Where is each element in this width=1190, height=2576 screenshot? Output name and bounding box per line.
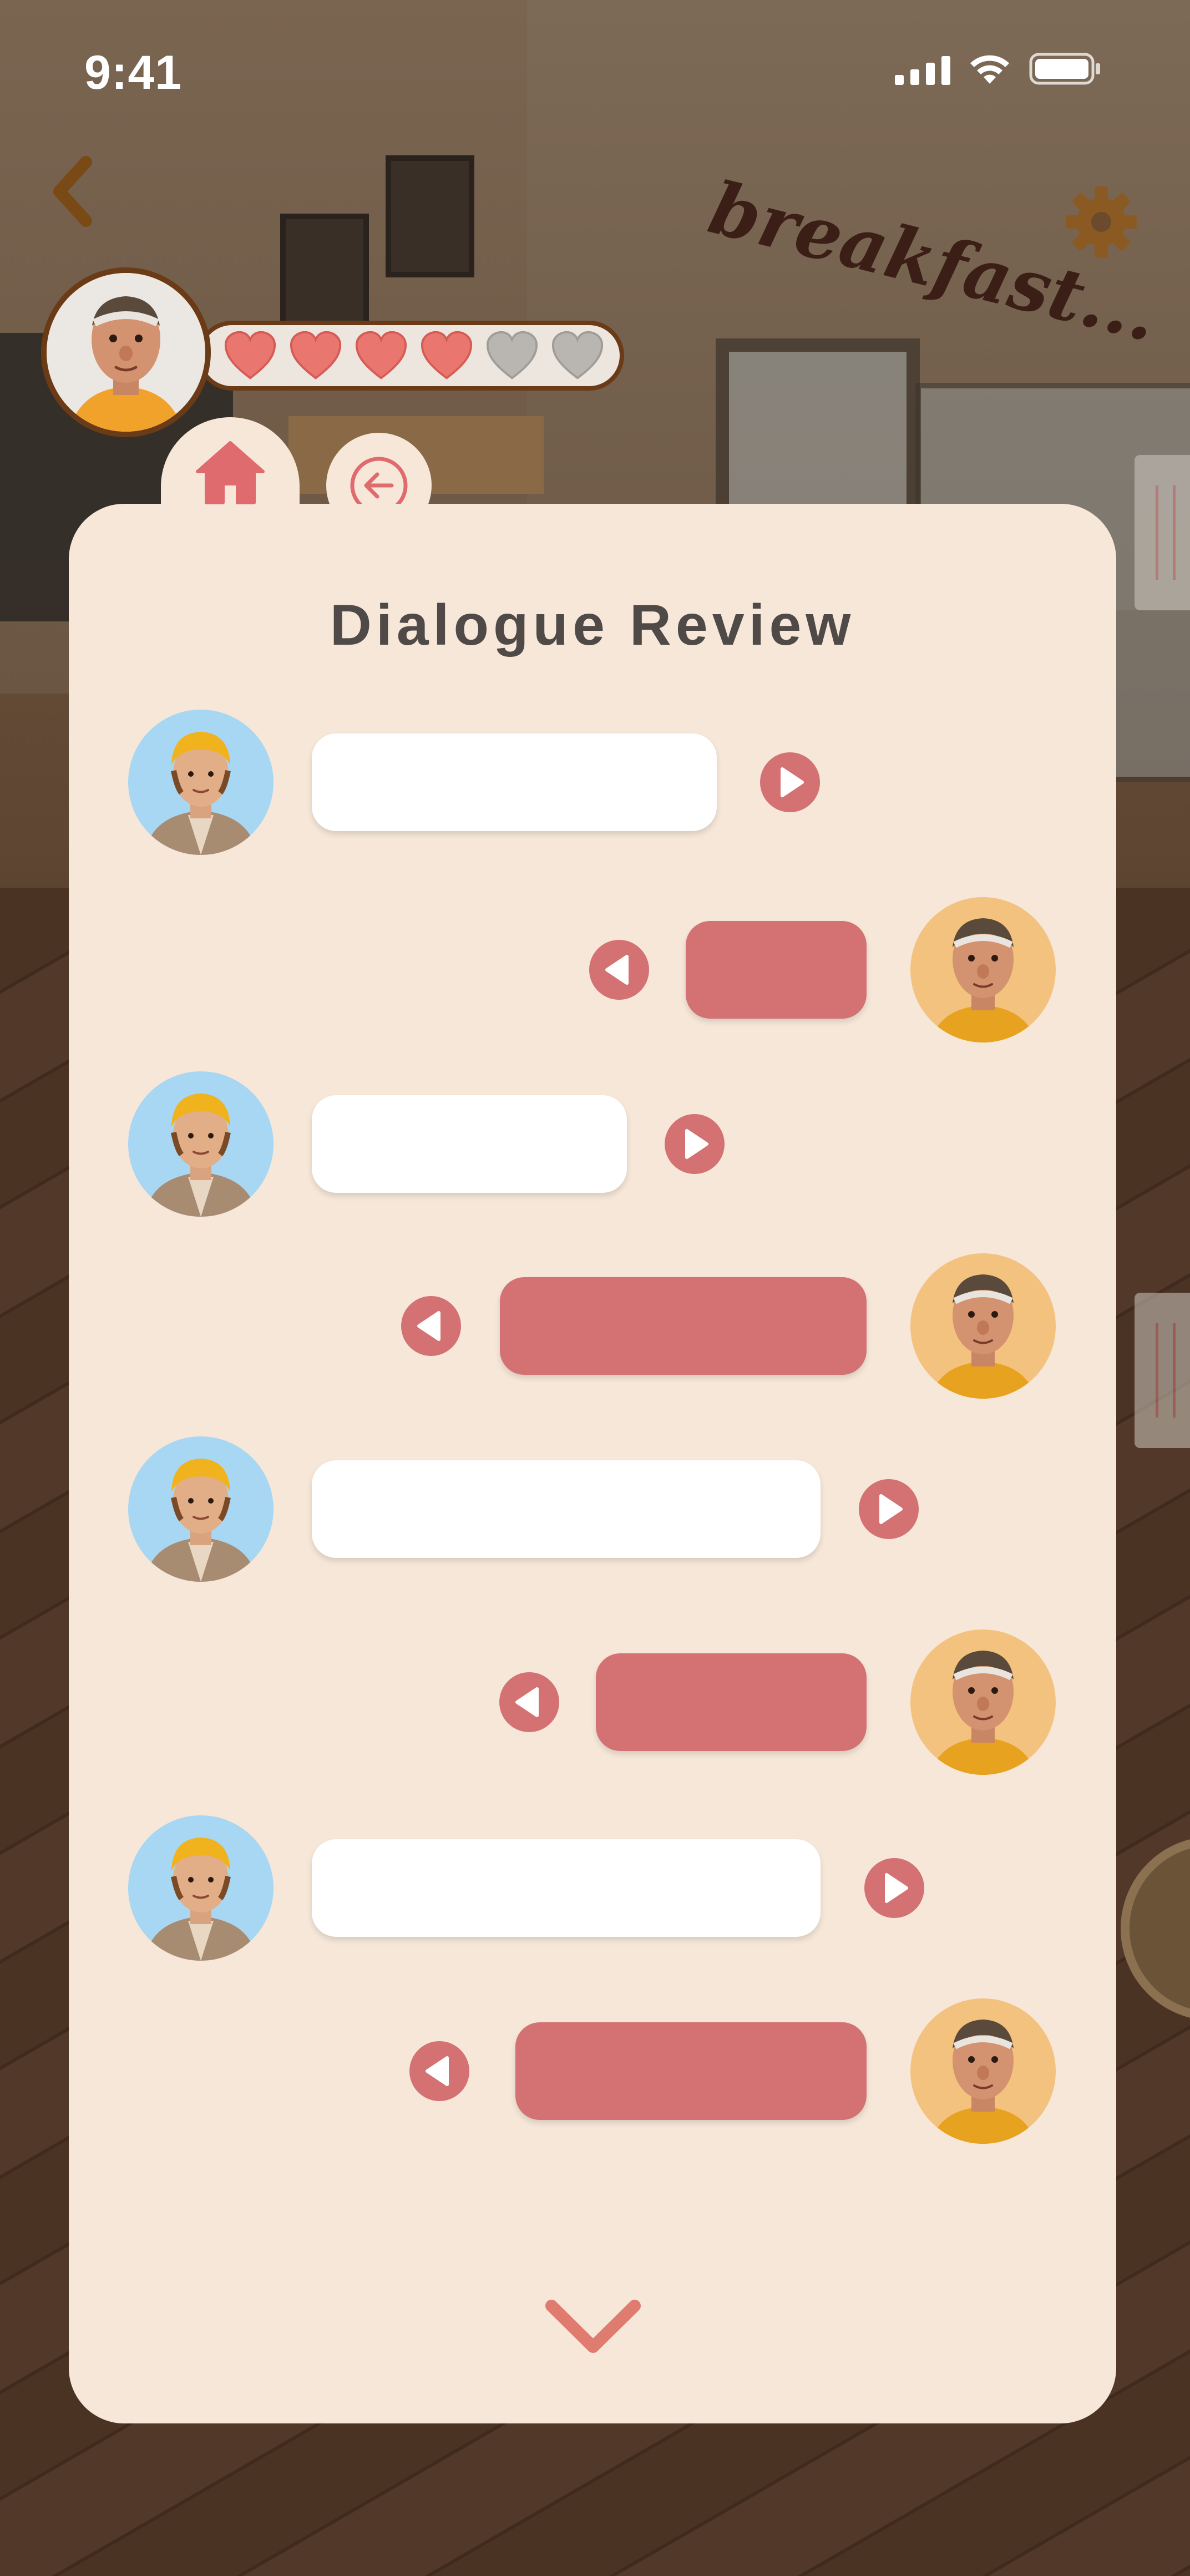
play-audio-button[interactable] xyxy=(859,1479,919,1539)
player-avatar[interactable] xyxy=(41,267,211,437)
npc-avatar xyxy=(128,1815,274,1961)
chevron-down-icon xyxy=(545,2300,641,2353)
player-speech-bubble[interactable] xyxy=(596,1653,867,1751)
npc-speech-bubble[interactable] xyxy=(312,733,717,831)
play-right-icon xyxy=(879,1494,903,1524)
back-button[interactable] xyxy=(47,155,97,227)
home-icon xyxy=(196,441,265,504)
heart-empty-icon xyxy=(486,331,538,379)
settings-button[interactable] xyxy=(1062,183,1140,261)
side-handle xyxy=(1135,1293,1190,1448)
player-speech-bubble[interactable] xyxy=(500,1277,867,1375)
dialogue-row-player xyxy=(69,1624,1116,1780)
play-right-icon xyxy=(885,1873,908,1903)
play-audio-button[interactable] xyxy=(665,1114,725,1174)
scroll-down-button[interactable] xyxy=(540,2296,646,2357)
wifi-icon xyxy=(970,55,1009,84)
play-left-icon xyxy=(515,1687,539,1717)
player-portrait xyxy=(47,273,205,432)
play-left-icon xyxy=(417,1311,440,1341)
wall-poster xyxy=(386,155,474,277)
npc-avatar xyxy=(128,710,274,855)
npc-speech-bubble[interactable] xyxy=(312,1095,627,1193)
side-handle xyxy=(1135,455,1190,610)
dialogue-row-npc xyxy=(69,1431,1116,1587)
status-icons xyxy=(895,53,1101,85)
status-bar: 9:41 xyxy=(0,0,1190,144)
play-left-icon xyxy=(426,2056,449,2086)
heart-filled-icon xyxy=(355,331,407,379)
replay-audio-button[interactable] xyxy=(401,1296,461,1356)
heart-filled-icon xyxy=(290,331,342,379)
play-right-icon xyxy=(685,1129,708,1159)
signal-icon xyxy=(895,56,950,85)
heart-empty-icon xyxy=(551,331,604,379)
player-avatar-small xyxy=(910,1629,1056,1775)
play-audio-button[interactable] xyxy=(864,1858,924,1918)
replay-audio-button[interactable] xyxy=(409,2041,469,2101)
dialogue-row-player xyxy=(69,892,1116,1047)
player-avatar-small xyxy=(910,1253,1056,1399)
heart-filled-icon xyxy=(421,331,473,379)
dialogue-row-npc xyxy=(69,1810,1116,1966)
npc-speech-bubble[interactable] xyxy=(312,1839,821,1937)
dialogue-row-player xyxy=(69,1993,1116,2149)
health-hearts-bar xyxy=(197,321,624,391)
npc-avatar xyxy=(128,1071,274,1217)
play-audio-button[interactable] xyxy=(760,752,820,812)
play-left-icon xyxy=(605,955,629,985)
play-right-icon xyxy=(781,767,804,797)
replay-audio-button[interactable] xyxy=(499,1672,559,1732)
player-speech-bubble[interactable] xyxy=(515,2022,867,2120)
npc-speech-bubble[interactable] xyxy=(312,1460,821,1558)
player-speech-bubble[interactable] xyxy=(686,921,867,1019)
status-time: 9:41 xyxy=(84,46,183,99)
npc-avatar xyxy=(128,1436,274,1582)
panel-title: Dialogue Review xyxy=(330,593,855,657)
battery-icon xyxy=(1029,53,1100,85)
chevron-left-icon xyxy=(53,156,92,227)
player-avatar-small xyxy=(910,1998,1056,2144)
dialogue-row-npc xyxy=(69,1066,1116,1222)
heart-filled-icon xyxy=(224,331,276,379)
dialogue-review-panel: Dialogue Review xyxy=(69,504,1116,2423)
dialogue-row-npc xyxy=(69,705,1116,860)
replay-audio-button[interactable] xyxy=(589,940,649,1000)
dialogue-row-player xyxy=(69,1248,1116,1404)
player-avatar-small xyxy=(910,897,1056,1042)
gear-icon xyxy=(1066,186,1137,257)
